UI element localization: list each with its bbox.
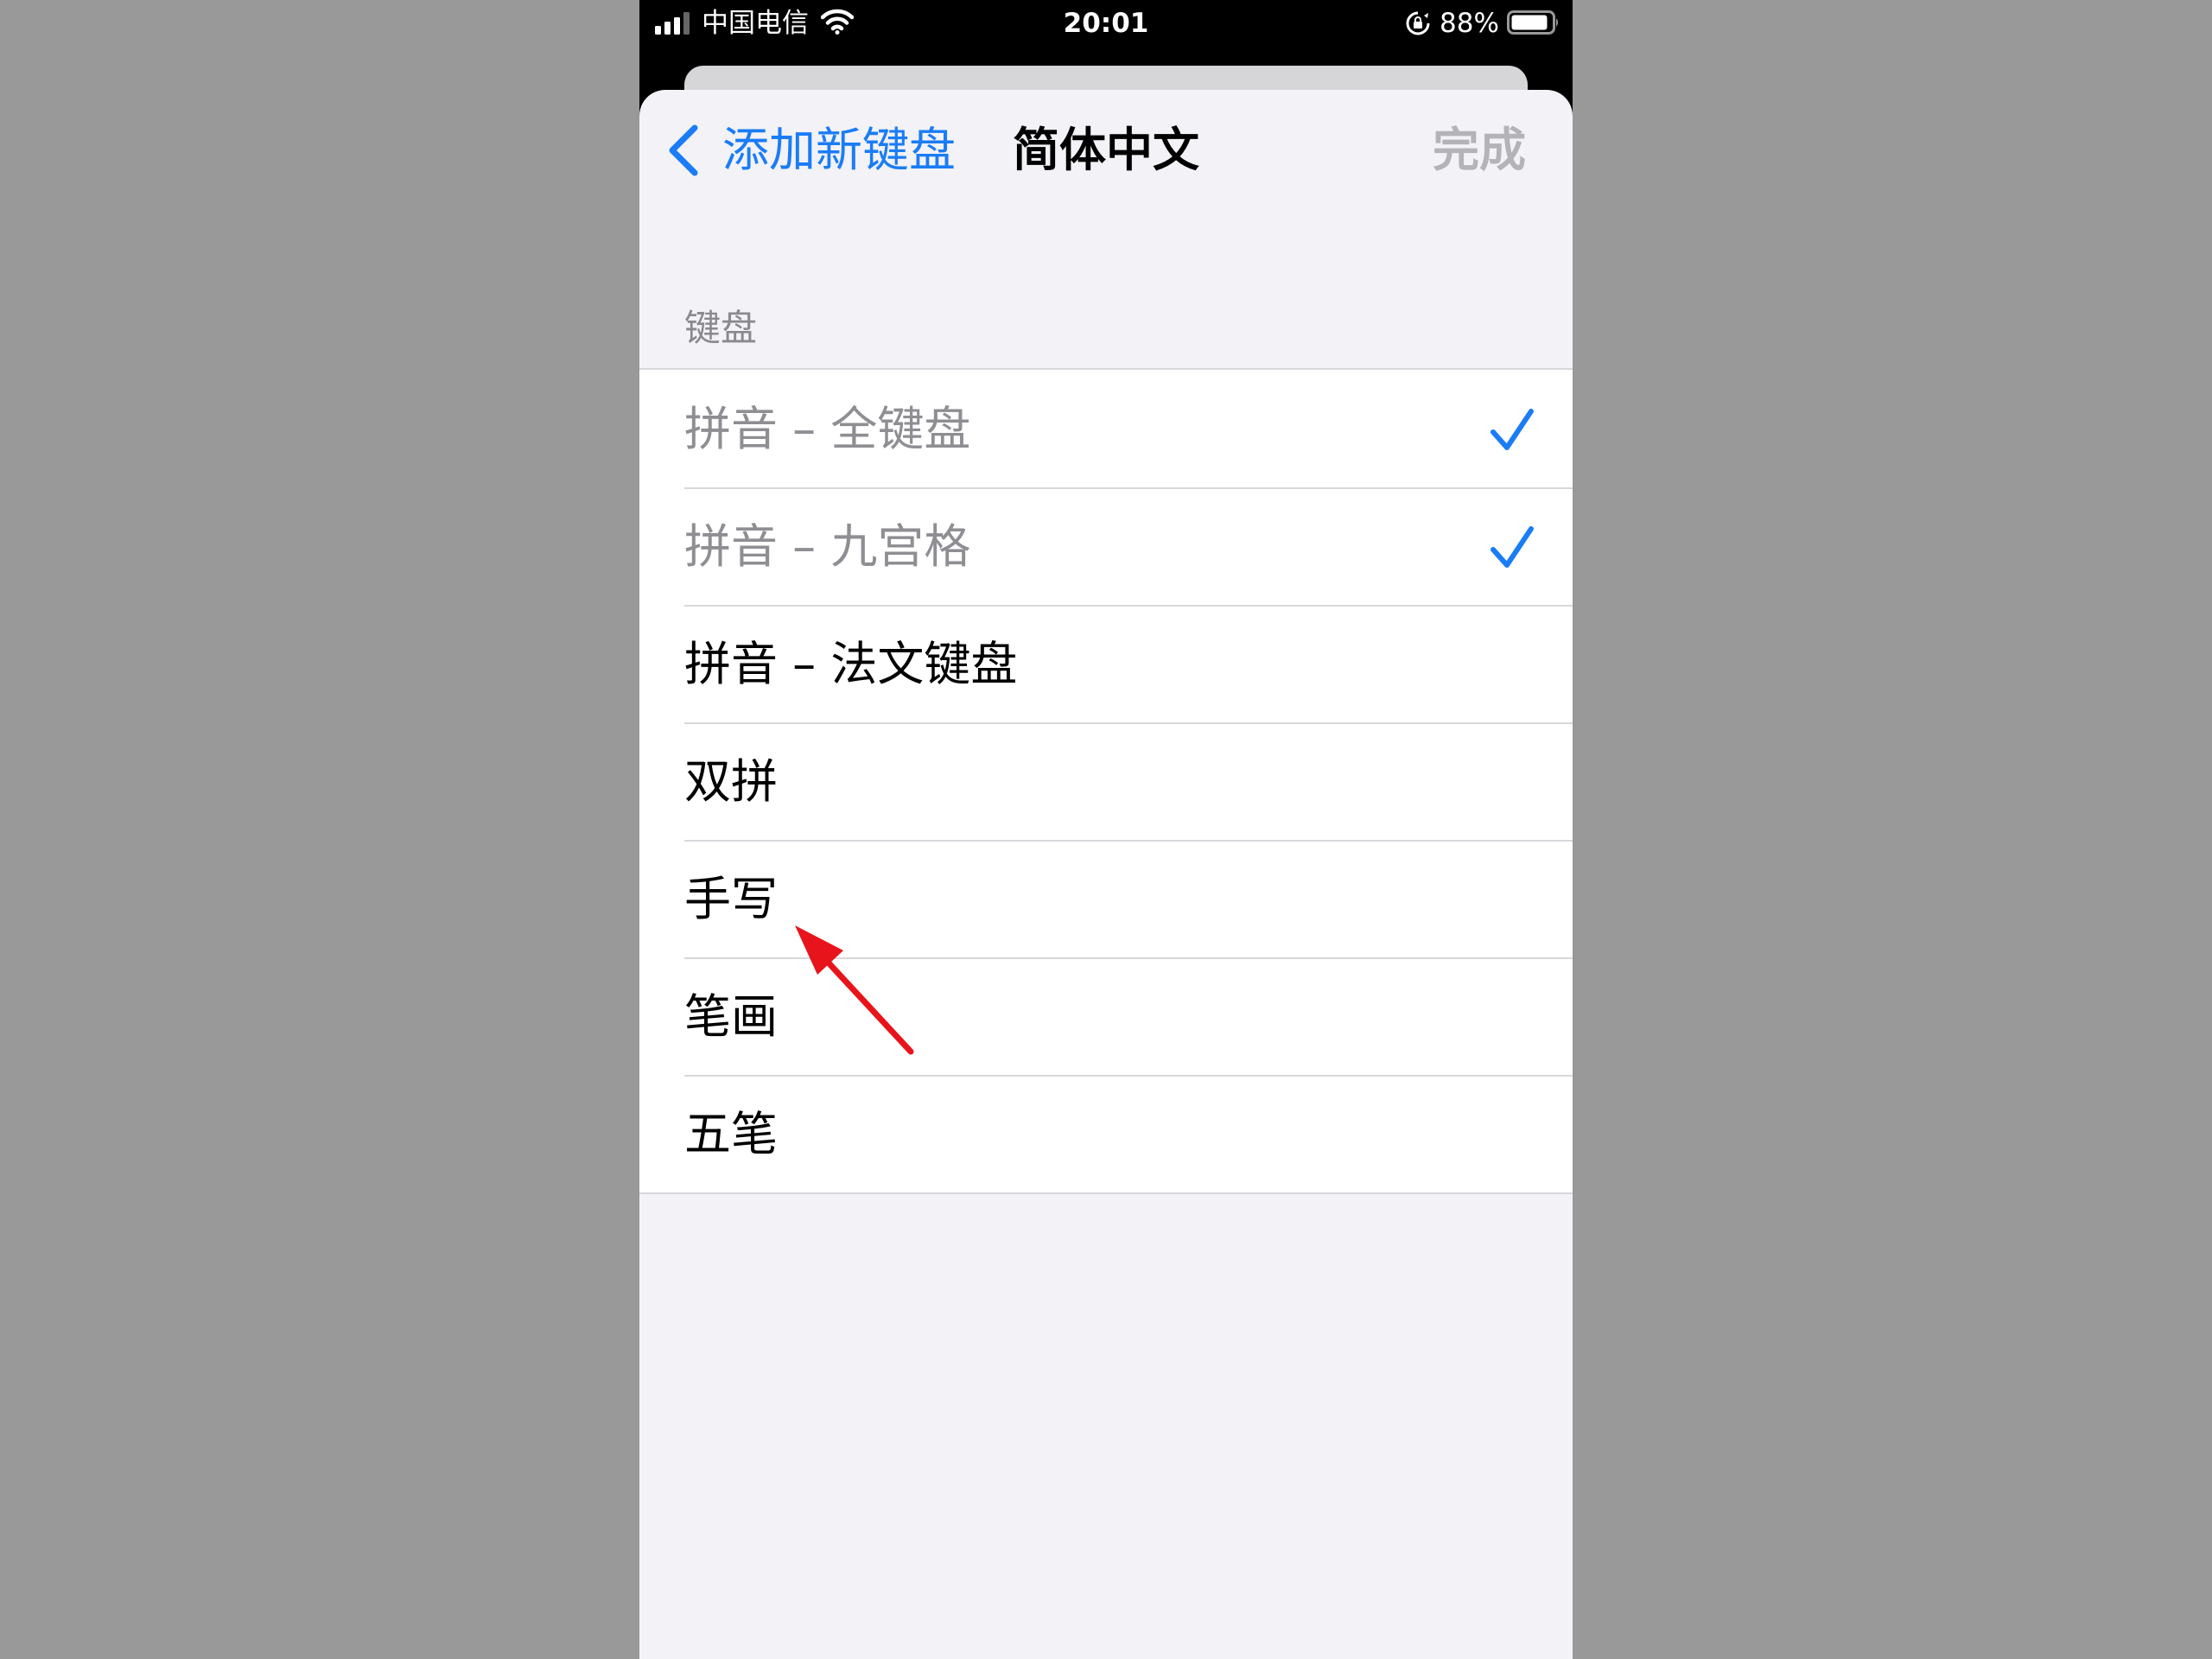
keyboard-row-label: 笔画 (684, 989, 778, 1044)
rotation-lock-icon (1406, 11, 1430, 35)
navigation-bar: 添加新键盘 简体中文 完成 (639, 90, 1573, 211)
checkmark-icon (1491, 526, 1534, 568)
keyboard-row-label: 五笔 (684, 1107, 778, 1161)
keyboard-row-pinyin-full[interactable]: 拼音 – 全键盘 (639, 370, 1573, 487)
keyboard-sheet: 添加新键盘 简体中文 完成 键盘 拼音 – 全键盘 拼音 – 九宫格 拼音 – … (639, 90, 1573, 1659)
battery-icon (1507, 10, 1558, 35)
done-button[interactable]: 完成 (1433, 123, 1526, 178)
keyboard-row-shuangpin[interactable]: 双拼 (639, 722, 1573, 840)
keyboard-row-handwriting[interactable]: 手写 (639, 840, 1573, 957)
keyboard-row-label: 双拼 (684, 754, 778, 809)
checkmark-icon (1491, 409, 1534, 450)
keyboard-row-label: 拼音 – 九宫格 (684, 519, 971, 574)
section-header: 键盘 (684, 307, 758, 349)
keyboard-row-label: 拼音 – 法文键盘 (684, 637, 1018, 691)
status-time: 20:01 (1063, 8, 1149, 39)
keyboard-row-stroke[interactable]: 笔画 (639, 957, 1573, 1075)
keyboard-row-wubi[interactable]: 五笔 (639, 1075, 1573, 1192)
battery-percent: 88% (1440, 8, 1499, 39)
keyboard-list: 拼音 – 全键盘 拼音 – 九宫格 拼音 – 法文键盘 双拼 手写 笔画 五笔 (639, 368, 1573, 1194)
keyboard-row-label: 手写 (684, 872, 778, 926)
status-bar: 中国电信 20:01 88% (639, 0, 1573, 48)
keyboard-row-pinyin-9key[interactable]: 拼音 – 九宫格 (639, 487, 1573, 605)
keyboard-row-pinyin-french[interactable]: 拼音 – 法文键盘 (639, 605, 1573, 722)
keyboard-row-label: 拼音 – 全键盘 (684, 402, 971, 456)
phone-screen: 中国电信 20:01 88% 添加新键盘 简体中文 完成 键盘 拼音 – 全键盘… (639, 0, 1573, 1659)
